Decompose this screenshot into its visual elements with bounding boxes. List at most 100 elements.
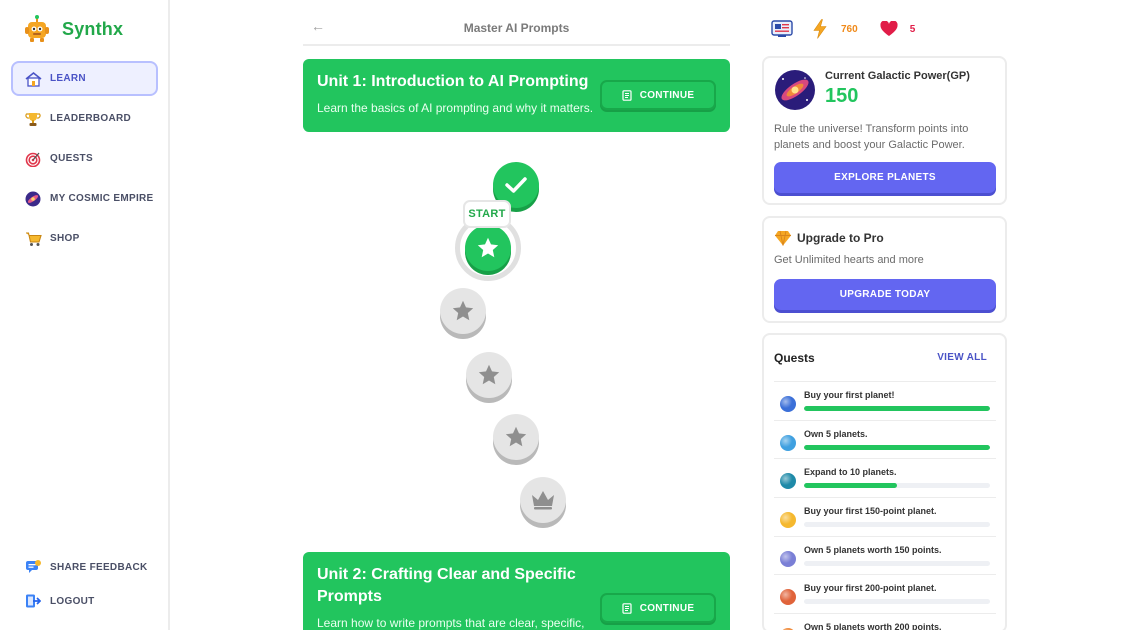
lesson-path: ← Master AI Prompts Unit 1: Introduction… (303, 0, 730, 630)
quest-label: Own 5 planets worth 200 points. (804, 622, 942, 630)
continue-button[interactable]: CONTINUE (600, 593, 716, 623)
quest-progress-fill (804, 406, 990, 411)
quest-item[interactable]: Buy your first 200-point planet. (774, 574, 996, 613)
star-icon (505, 426, 527, 447)
quest-progress-bar (804, 522, 990, 528)
trophy-icon (24, 110, 42, 128)
planet-icon (780, 434, 796, 451)
planet-icon (780, 396, 796, 412)
locked-lesson-node[interactable] (493, 414, 539, 460)
planet-icon (780, 512, 796, 529)
galactic-power-title: Current Galactic Power(GP) (825, 70, 970, 82)
quest-label: Buy your first planet! (804, 390, 895, 400)
quest-item[interactable]: Expand to 10 planets. (774, 458, 996, 497)
galaxy-icon (775, 70, 815, 110)
quests-card: Quests VIEW ALL Buy your first planet! Ow… (762, 333, 1007, 630)
start-tooltip: START (463, 200, 511, 228)
quest-item[interactable]: Buy your first 150-point planet. (774, 497, 996, 536)
continue-label: CONTINUE (639, 89, 695, 101)
sidebar: Synthx LEARN LEADERBOARD QUESTS MY COSMI… (0, 0, 170, 630)
hearts-count: 5 (909, 23, 916, 35)
quest-item[interactable]: Own 5 planets worth 200 points. (774, 613, 996, 630)
star-icon (452, 300, 474, 321)
sidebar-item-label: LEADERBOARD (50, 113, 132, 124)
locked-lesson-node[interactable] (440, 288, 486, 334)
upgrade-today-button[interactable]: UPGRADE TODAY (774, 279, 996, 310)
current-lesson-node[interactable] (465, 225, 511, 271)
sidebar-nav: LEARN LEADERBOARD QUESTS MY COSMIC EMPIR… (11, 61, 158, 261)
quest-item[interactable]: Buy your first planet! (774, 381, 996, 420)
galactic-power-card: Current Galactic Power(GP) 150 Rule the … (762, 56, 1007, 205)
energy-count: 760 (841, 23, 858, 35)
unit-description: Learn how to write prompts that are clea… (317, 616, 585, 630)
quest-progress-fill (804, 444, 990, 450)
sidebar-item-label: LOGOUT (50, 595, 95, 607)
quest-label: Own 5 planets. (804, 428, 868, 439)
sidebar-item-leaderboard[interactable]: LEADERBOARD (11, 101, 158, 136)
quest-progress-bar (804, 406, 990, 411)
app-name: Synthx (62, 18, 124, 39)
unit-2-banner: Unit 2: Crafting Clear and Specific Prom… (303, 552, 730, 630)
sidebar-item-learn[interactable]: LEARN (11, 61, 158, 96)
quest-progress-bar (804, 483, 990, 489)
quest-label: Own 5 planets worth 150 points. (804, 544, 942, 555)
continue-button[interactable]: CONTINUE (600, 80, 716, 110)
unit-description: Learn the basics of AI prompting and why… (317, 101, 594, 115)
planet-icon (780, 589, 796, 606)
locked-lesson-node[interactable] (466, 352, 512, 398)
feedback-icon (24, 558, 42, 576)
upgrade-pro-card: Upgrade to Pro Get Unlimited hearts and … (762, 216, 1007, 323)
sidebar-item-logout[interactable]: LOGOUT (11, 584, 158, 618)
galactic-power-description: Rule the universe! Transform points into… (774, 123, 969, 151)
sidebar-item-quests[interactable]: QUESTS (11, 141, 158, 176)
cart-icon (24, 230, 42, 248)
page-title: Master AI Prompts (463, 21, 570, 35)
star-icon (477, 237, 499, 258)
home-icon (24, 70, 42, 88)
course-header: ← Master AI Prompts (303, 12, 730, 46)
upgrade-pro-title: Upgrade to Pro (797, 231, 884, 245)
galaxy-icon (24, 190, 42, 208)
unit-trophy-node[interactable] (520, 477, 566, 523)
sidebar-item-share-feedback[interactable]: SHARE FEEDBACK (11, 550, 158, 584)
quest-progress-bar (804, 599, 990, 605)
quest-progress-bar (804, 560, 990, 566)
view-all-link[interactable]: VIEW ALL (937, 352, 987, 363)
explore-planets-button[interactable]: EXPLORE PLANETS (774, 162, 996, 193)
quest-item[interactable]: Own 5 planets. (774, 419, 996, 459)
logo[interactable]: Synthx (22, 14, 123, 44)
unit-title: Unit 1: Introduction to AI Prompting (317, 73, 589, 90)
sidebar-item-label: QUESTS (50, 153, 93, 164)
unit-1-banner: Unit 1: Introduction to AI Prompting Lea… (303, 59, 730, 132)
sidebar-bottom-nav: SHARE FEEDBACK LOGOUT (11, 550, 158, 618)
upgrade-pro-description: Get Unlimited hearts and more (774, 254, 924, 266)
hearts-stat[interactable]: 5 (880, 21, 916, 37)
planet-icon (780, 550, 796, 567)
star-icon (478, 364, 500, 385)
diamond-icon (775, 230, 791, 246)
quest-progress-fill (804, 483, 897, 489)
lightning-icon (813, 19, 827, 39)
sidebar-item-shop[interactable]: SHOP (11, 221, 158, 256)
sidebar-item-my-cosmic-empire[interactable]: MY COSMIC EMPIRE (11, 181, 158, 216)
crown-icon (532, 491, 554, 510)
robot-mascot-icon (25, 15, 49, 42)
notebook-icon (622, 89, 632, 101)
logout-icon (24, 592, 42, 610)
galactic-power-value: 150 (825, 85, 859, 107)
course-selector[interactable] (771, 20, 793, 38)
quest-label: Buy your first 150-point planet. (804, 506, 937, 517)
sidebar-item-label: MY COSMIC EMPIRE (50, 193, 154, 204)
check-icon (505, 177, 527, 193)
course-flag-icon (771, 20, 793, 37)
quest-label: Buy your first 200-point planet. (804, 583, 937, 594)
quest-item[interactable]: Own 5 planets worth 150 points. (774, 535, 996, 575)
planet-icon (780, 473, 796, 490)
user-stats: 760 5 (771, 18, 915, 40)
energy-stat[interactable]: 760 (813, 19, 858, 39)
continue-label: CONTINUE (639, 602, 695, 614)
sidebar-item-label: SHARE FEEDBACK (50, 561, 148, 573)
sidebar-item-label: LEARN (50, 73, 86, 84)
quest-progress-bar (804, 444, 990, 450)
notebook-icon (622, 602, 632, 614)
